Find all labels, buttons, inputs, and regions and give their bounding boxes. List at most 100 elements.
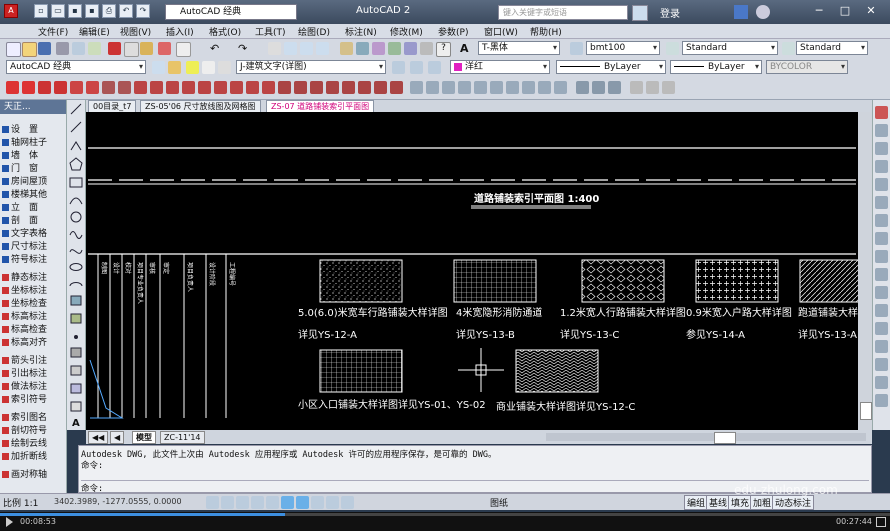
menu-edit[interactable]: 编辑(E): [79, 25, 110, 38]
minimize-button[interactable]: ─: [808, 2, 830, 20]
menu-window[interactable]: 窗口(W): [484, 25, 518, 38]
view-icon[interactable]: [576, 81, 589, 94]
color-combo[interactable]: 洋红: [450, 60, 550, 74]
close-button[interactable]: ✕: [860, 2, 882, 20]
new-icon[interactable]: ▫: [34, 4, 48, 18]
sheet-set-icon[interactable]: [388, 42, 401, 55]
app-logo-icon[interactable]: A: [4, 4, 18, 18]
menu-file[interactable]: 文件(F): [38, 25, 68, 38]
open-folder-icon[interactable]: [22, 42, 37, 57]
layer-on-icon[interactable]: [186, 61, 199, 74]
tool-palettes-icon[interactable]: [372, 42, 385, 55]
snap-icon[interactable]: [630, 81, 643, 94]
mleader-style-combo[interactable]: Standard: [796, 41, 868, 55]
palette-item-method[interactable]: 做法标注: [2, 379, 47, 392]
palette-item-sym-axis[interactable]: 画对称轴: [2, 467, 47, 480]
palette-item-break[interactable]: 加折断线: [2, 449, 47, 462]
layer-freeze-icon[interactable]: [202, 61, 215, 74]
menu-draw[interactable]: 绘图(D): [298, 25, 330, 38]
offset-icon[interactable]: [474, 81, 487, 94]
osnap-icon[interactable]: [281, 496, 294, 509]
palette-item-coord[interactable]: 坐标标注: [2, 283, 47, 296]
palette-item-wall[interactable]: 墙 体: [2, 148, 38, 161]
zoom-window-icon[interactable]: [300, 42, 313, 55]
tab-nav-first[interactable]: ◀◀: [88, 431, 109, 444]
render-icon[interactable]: [608, 81, 621, 94]
palette-item-cut[interactable]: 剖切符号: [2, 423, 47, 436]
menu-tools[interactable]: 工具(T): [255, 25, 286, 38]
palette-item-symbol[interactable]: 符号标注: [2, 252, 47, 265]
mirror-icon[interactable]: [442, 81, 455, 94]
break-point-icon[interactable]: [875, 304, 888, 317]
palette-item-cloud[interactable]: 绘制云线: [2, 436, 47, 449]
zoom-previous-icon[interactable]: [316, 42, 329, 55]
palette-item-level-check[interactable]: 标高检查: [2, 322, 47, 335]
open-icon[interactable]: ▭: [51, 4, 65, 18]
layer-properties-icon[interactable]: [168, 61, 181, 74]
palette-item-room[interactable]: 房间屋顶: [2, 174, 47, 187]
workspace-settings-icon[interactable]: [152, 61, 165, 74]
cloud-icon[interactable]: [310, 81, 323, 94]
help-icon[interactable]: ?: [436, 42, 451, 57]
mirror-object-icon[interactable]: [875, 142, 888, 155]
table-icon[interactable]: [198, 81, 211, 94]
erase-icon[interactable]: [875, 106, 888, 119]
dim-style-combo[interactable]: bmt100: [586, 41, 660, 55]
break-object-icon[interactable]: [875, 322, 888, 335]
extend-icon[interactable]: [506, 81, 519, 94]
snap-mode-icon[interactable]: [221, 496, 234, 509]
quickcalc-icon[interactable]: [420, 42, 433, 55]
object-tool-icon[interactable]: [374, 81, 387, 94]
polar-icon[interactable]: [266, 496, 279, 509]
array-object-icon[interactable]: [875, 178, 888, 191]
room-icon[interactable]: [118, 81, 131, 94]
matchprop-icon[interactable]: [158, 42, 171, 55]
palette-item-elevation[interactable]: 立 面: [2, 200, 38, 213]
axis-label-icon[interactable]: [326, 81, 339, 94]
trim-object-icon[interactable]: [875, 268, 888, 281]
redo-icon[interactable]: ↷: [136, 4, 150, 18]
cut-icon[interactable]: [108, 42, 121, 55]
fullscreen-icon[interactable]: [876, 517, 886, 527]
break-icon[interactable]: [294, 81, 307, 94]
chamfer-object-icon[interactable]: [875, 358, 888, 371]
palette-item-index[interactable]: 索引符号: [2, 392, 47, 405]
copy-icon[interactable]: [124, 42, 139, 57]
layer-lock-icon[interactable]: [218, 61, 231, 74]
move-icon[interactable]: [410, 81, 423, 94]
ortho-icon[interactable]: [662, 81, 675, 94]
elevation-mark-icon[interactable]: [246, 81, 259, 94]
view-tool-icon[interactable]: [358, 81, 371, 94]
stair-icon[interactable]: [102, 81, 115, 94]
exchange-icon[interactable]: [734, 5, 748, 19]
copy-object-icon[interactable]: [875, 124, 888, 137]
palette-item-level[interactable]: 标高标注: [2, 309, 47, 322]
rotate-object-icon[interactable]: [875, 214, 888, 227]
help-icon[interactable]: [756, 5, 770, 19]
explode-object-icon[interactable]: [875, 394, 888, 407]
menu-insert[interactable]: 插入(I): [166, 25, 194, 38]
otrack-icon[interactable]: [296, 496, 309, 509]
grid-mode-icon[interactable]: [236, 496, 249, 509]
horizontal-scrollbar[interactable]: [546, 433, 866, 441]
menu-help[interactable]: 帮助(H): [530, 25, 562, 38]
symbol-icon[interactable]: [214, 81, 227, 94]
array-icon[interactable]: [458, 81, 471, 94]
section-icon[interactable]: [166, 81, 179, 94]
markup-icon[interactable]: [404, 42, 417, 55]
vertical-scrollbar[interactable]: [858, 112, 872, 430]
tab-layout[interactable]: ZC-11'14: [160, 431, 205, 444]
save-icon[interactable]: [38, 42, 51, 55]
layer-combo[interactable]: J-建筑文字(详图): [236, 60, 386, 74]
table-style-combo[interactable]: Standard: [682, 41, 778, 55]
workspace-combo[interactable]: AutoCAD 经典: [165, 4, 297, 20]
offset-object-icon[interactable]: [875, 160, 888, 173]
plot-icon[interactable]: [56, 42, 69, 55]
wall-icon[interactable]: [54, 81, 67, 94]
palette-item-axis[interactable]: 轴网柱子: [2, 135, 47, 148]
palette-item-static[interactable]: 静态标注: [2, 270, 47, 283]
play-icon[interactable]: [6, 517, 13, 527]
lineweight-combo[interactable]: ByLayer: [670, 60, 762, 74]
pan-icon[interactable]: [268, 42, 281, 55]
palette-item-arrow[interactable]: 箭头引注: [2, 353, 47, 366]
